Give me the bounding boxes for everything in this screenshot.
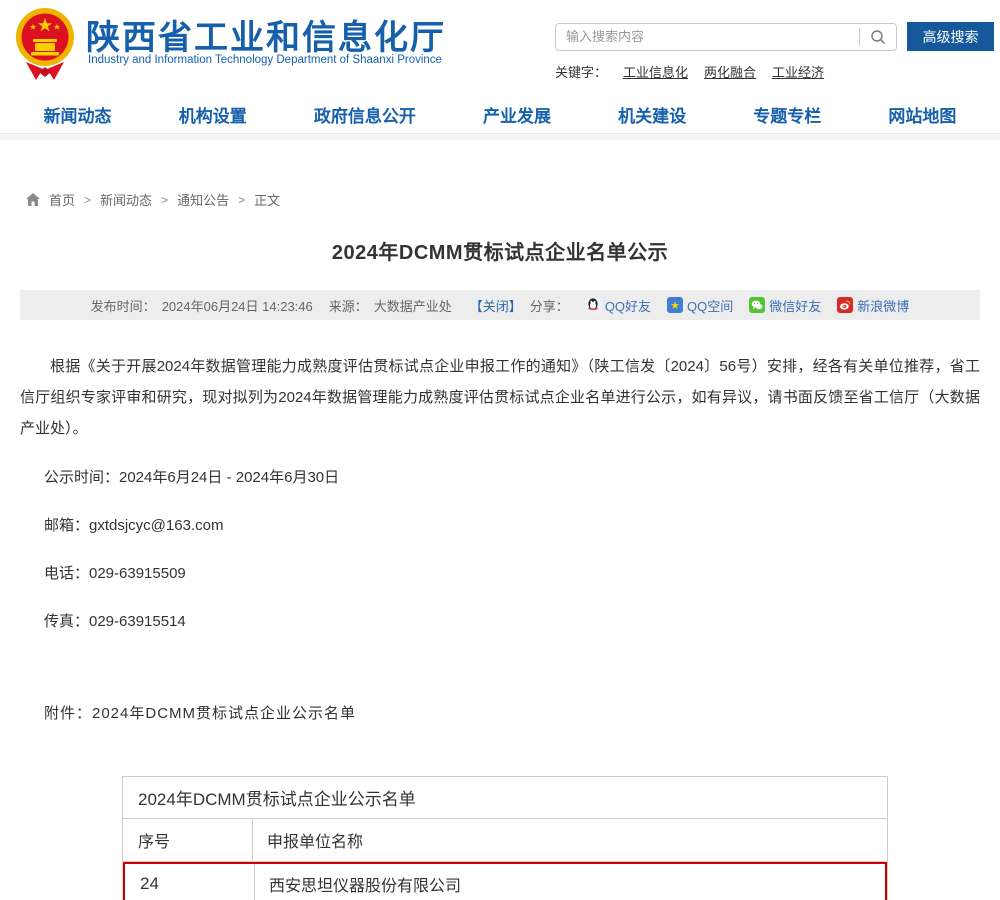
advanced-search-button[interactable]: 高级搜索 [907,22,994,51]
share-qq[interactable]: QQ好友 [585,296,651,315]
breadcrumb-separator: > [161,193,168,207]
row-serial-number: 24 [125,864,255,900]
share-label: 分享： [530,296,569,315]
source-label: 来源： [329,296,368,315]
nav-item-topics[interactable]: 专题专栏 [753,102,821,127]
weibo-icon [837,297,853,313]
table-title: 2024年DCMM贯标试点企业公示名单 [138,785,416,810]
nav-item-industry[interactable]: 产业发展 [483,102,551,127]
content-area: 首页 > 新闻动态 > 通知公告 > 正文 2024年DCMM贯标试点企业名单公… [0,190,1000,900]
nav-item-org[interactable]: 机构设置 [179,102,247,127]
attachment-line[interactable]: 附件：2024年DCMM贯标试点企业公示名单 [44,702,980,723]
fax-line: 传真：029-63915514 [44,610,980,631]
keyword-link[interactable]: 工业信息化 [623,62,688,81]
search-box [555,23,897,51]
close-link[interactable]: 【关闭】 [470,296,522,315]
breadcrumb-current: 正文 [254,190,280,209]
table-title-row: 2024年DCMM贯标试点企业公示名单 [123,777,887,819]
nav-item-sitemap[interactable]: 网站地图 [888,102,956,127]
site-title: 陕西省工业和信息化厅 [86,10,446,59]
share-qzone[interactable]: ★ QQ空间 [667,296,733,315]
search-area: 高级搜索 关键字： 工业信息化 两化融合 工业经济 [555,22,995,81]
article-title: 2024年DCMM贯标试点企业名单公示 [20,236,980,265]
share-wechat[interactable]: 微信好友 [749,296,821,315]
site-subtitle: Industry and Information Technology Depa… [88,54,442,66]
search-icon [870,29,886,45]
keywords-row: 关键字： 工业信息化 两化融合 工业经济 [555,62,995,81]
main-nav: 新闻动态 机构设置 政府信息公开 产业发展 机关建设 专题专栏 网站地图 [0,95,1000,133]
breadcrumb-separator: > [238,193,245,207]
breadcrumb-notices[interactable]: 通知公告 [177,190,229,209]
nav-item-agency[interactable]: 机关建设 [618,102,686,127]
nav-item-gov-info[interactable]: 政府信息公开 [314,102,416,127]
phone-line: 电话：029-63915509 [44,562,980,583]
nav-divider-strip [0,133,1000,140]
publish-time-label: 发布时间： [91,296,156,315]
email-line: 邮箱：gxtdsjcyc@163.com [44,514,980,535]
share-weibo[interactable]: 新浪微博 [837,296,909,315]
share-qq-label: QQ好友 [605,296,651,315]
keywords-label: 关键字： [555,62,607,81]
article-meta-bar: 发布时间： 2024年06月24日 14:23:46 来源： 大数据产业处 【关… [20,290,980,320]
qq-icon [585,297,601,313]
publish-time-value: 2024年06月24日 14:23:46 [162,296,313,315]
home-icon [26,193,40,206]
article-paragraph: 根据《关于开展2024年数据管理能力成熟度评估贯标试点企业申报工作的通知》（陕工… [20,351,980,444]
keyword-link[interactable]: 工业经济 [772,62,824,81]
table-header-row: 序号 申报单位名称 [123,819,887,862]
search-button[interactable] [860,24,896,50]
table-row-highlighted[interactable]: 24 西安思坦仪器股份有限公司 [123,862,887,900]
breadcrumb-home[interactable]: 首页 [49,190,75,209]
row-company-name: 西安思坦仪器股份有限公司 [255,864,885,900]
wechat-icon [749,297,765,313]
qzone-icon: ★ [667,297,683,313]
source-value: 大数据产业处 [374,296,452,315]
page-header: 陕西省工业和信息化厅 Industry and Information Tech… [0,0,1000,95]
share-weibo-label: 新浪微博 [857,296,909,315]
national-emblem-logo [12,6,78,82]
table-header-no: 序号 [123,819,253,861]
share-qzone-label: QQ空间 [687,296,733,315]
nav-item-news[interactable]: 新闻动态 [44,102,112,127]
search-input[interactable] [556,25,859,49]
table-header-company: 申报单位名称 [253,819,887,861]
keyword-link[interactable]: 两化融合 [704,62,756,81]
public-notice-period: 公示时间：2024年6月24日 - 2024年6月30日 [44,466,980,487]
breadcrumb-separator: > [84,193,91,207]
breadcrumb-news[interactable]: 新闻动态 [100,190,152,209]
enterprise-table: 2024年DCMM贯标试点企业公示名单 序号 申报单位名称 24 西安思坦仪器股… [122,776,888,900]
share-wechat-label: 微信好友 [769,296,821,315]
breadcrumb: 首页 > 新闻动态 > 通知公告 > 正文 [26,190,980,209]
